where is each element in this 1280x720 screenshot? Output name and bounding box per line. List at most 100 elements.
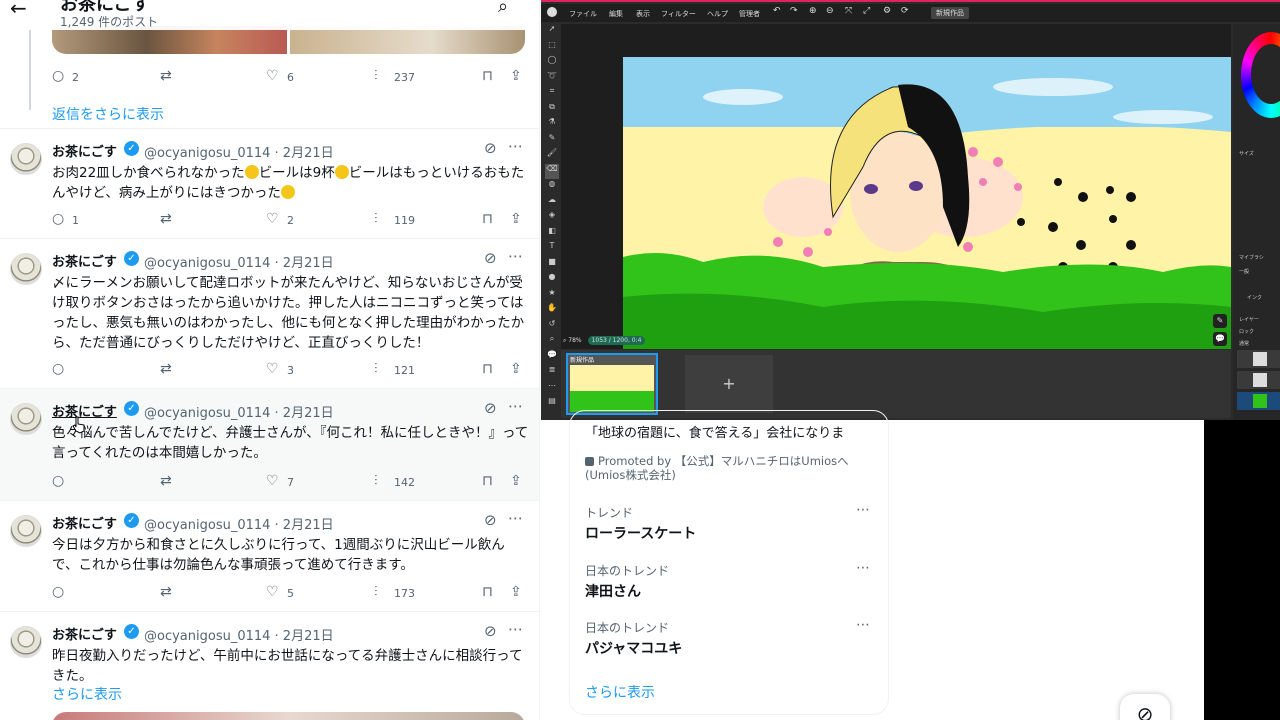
repost-icon[interactable]: ⇄ (160, 584, 172, 600)
more-options-icon[interactable]: ⋯ (856, 560, 870, 576)
transform-icon[interactable]: ⤧ (845, 6, 852, 16)
views-icon[interactable]: ⫶ (374, 584, 378, 600)
more-options-icon[interactable]: ⋯ (856, 502, 870, 518)
tweet[interactable]: お茶にごす ✓ @ocyanigosu_0114 · 2月21日 ⊘ ⋯ 色々悩… (0, 388, 539, 500)
avatar[interactable] (10, 403, 42, 435)
views-icon[interactable]: ⫶ (374, 68, 378, 84)
share-icon[interactable]: ⇪ (510, 68, 522, 84)
text-tool-icon[interactable]: T (545, 241, 559, 257)
bookmark-icon[interactable]: ⊓ (482, 211, 493, 227)
reply-icon[interactable]: ○ (52, 473, 64, 489)
tweet-author-name[interactable]: お茶にごす (52, 513, 117, 532)
share-icon[interactable]: ⇪ (510, 361, 522, 377)
grok-icon[interactable]: ⊘ (484, 249, 497, 267)
trend-item[interactable]: 日本のトレンド 津田さん ⋯ (585, 560, 875, 601)
more-options-icon[interactable]: ⋯ (508, 620, 523, 638)
like-icon[interactable]: ♡ (266, 584, 279, 600)
crop-tool-icon[interactable]: ⌗ (545, 86, 559, 102)
eyedropper-tool-icon[interactable]: ⚗ (545, 117, 559, 133)
redo-icon[interactable]: ↷ (790, 6, 798, 16)
tweet-author-name[interactable]: お茶にごす (52, 251, 117, 270)
show-more-link[interactable]: さらに表示 (52, 684, 122, 704)
add-document-button[interactable]: + (685, 355, 773, 413)
menu-filter[interactable]: フィルター (661, 9, 696, 19)
pointer-tool-icon[interactable]: ➚ (545, 24, 559, 40)
bookmark-icon[interactable]: ⊓ (482, 361, 493, 377)
blur-tool-icon[interactable]: ◍ (545, 179, 559, 195)
layer-item-selected[interactable] (1237, 392, 1280, 410)
like-icon[interactable]: ♡ (266, 211, 279, 227)
tweet-handle-date[interactable]: @ocyanigosu_0114 · 2月21日 (144, 625, 334, 644)
tweet[interactable]: お茶にごす ✓ @ocyanigosu_0114 · 2月21日 ⊘ ⋯ 昨日夜… (0, 611, 539, 720)
repost-icon[interactable]: ⇄ (160, 211, 172, 227)
zoom-out-icon[interactable]: ⊖ (826, 6, 834, 16)
more-options-icon[interactable]: ⋯ (856, 617, 870, 633)
more-options-icon[interactable]: ⋯ (508, 397, 523, 415)
transform-tool-icon[interactable]: ⧉ (545, 102, 559, 118)
menu-help[interactable]: ヘルプ (707, 9, 728, 19)
pen-mode-icon[interactable]: ✎ (1213, 314, 1227, 328)
repost-icon[interactable]: ⇄ (160, 473, 172, 489)
like-icon[interactable]: ♡ (266, 68, 279, 84)
drawing-canvas[interactable] (623, 57, 1231, 349)
avatar[interactable] (10, 626, 42, 658)
tweet[interactable]: お茶にごす ✓ @ocyanigosu_0114 · 2月21日 ⊘ ⋯ 今日は… (0, 500, 539, 611)
reply-icon[interactable]: ○ (52, 584, 64, 600)
rect-select-tool-icon[interactable]: ⬚ (545, 40, 559, 56)
like-icon[interactable]: ♡ (266, 361, 279, 377)
tweet-author-name[interactable]: お茶にごす (52, 624, 117, 643)
app-logo-icon[interactable] (547, 7, 557, 17)
more-options-icon[interactable]: ⋯ (508, 247, 523, 265)
menu-admin[interactable]: 管理者 (739, 9, 760, 19)
brush-name-label[interactable]: インク (1247, 294, 1262, 301)
brush-tool-icon[interactable]: 🖌 (545, 148, 559, 164)
star-shape-tool-icon[interactable]: ★ (545, 288, 559, 304)
promoted-trend-text[interactable]: 「地球の宿題に、食で答える」会社になりま (585, 422, 844, 441)
blend-mode-label[interactable]: 通常 (1239, 340, 1249, 347)
tweet-author-name[interactable]: お茶にごす (52, 141, 117, 160)
repost-icon[interactable]: ⇄ (160, 68, 172, 84)
grok-icon[interactable]: ⊘ (484, 139, 497, 157)
reply-icon[interactable]: ○ (52, 68, 64, 84)
more-tools-icon[interactable]: ⋯ (545, 381, 559, 397)
views-icon[interactable]: ⫶ (374, 211, 378, 227)
fit-icon[interactable]: ⤢ (863, 6, 870, 16)
comment-tool-icon[interactable]: 💬 (545, 350, 559, 366)
avatar[interactable] (10, 143, 42, 175)
ellipse-select-tool-icon[interactable]: ◯ (545, 55, 559, 71)
layer-item[interactable] (1237, 350, 1280, 368)
lasso-tool-icon[interactable]: ➰ (545, 71, 559, 87)
menu-file[interactable]: ファイル (569, 9, 597, 19)
tweet-media[interactable] (52, 712, 525, 720)
settings-icon[interactable]: ⚙ (883, 6, 891, 16)
more-options-icon[interactable]: ⋯ (508, 509, 523, 527)
media-image-1[interactable] (52, 26, 287, 54)
tweet[interactable]: お茶にごす ✓ @ocyanigosu_0114 · 2月21日 ⊘ ⋯ 〆にラ… (0, 238, 539, 388)
search-icon[interactable]: ⌕ (498, 0, 508, 17)
canvas-area[interactable]: ✎ 💬 (561, 24, 1231, 349)
gradient-tool-icon[interactable]: ◧ (545, 226, 559, 242)
pen-tool-icon[interactable]: ✎ (545, 133, 559, 149)
avatar[interactable] (10, 253, 42, 285)
promoted-by[interactable]: Promoted by 【公式】マルハニチロはUmiosへ (Umios株式会社… (585, 454, 875, 482)
layers-tool-icon[interactable]: ≣ (545, 365, 559, 381)
reply-icon[interactable]: ○ (52, 361, 64, 377)
document-tab[interactable]: 新規作品 (931, 7, 969, 19)
trend-item[interactable]: 日本のトレンド パジャマコユキ ⋯ (585, 617, 875, 658)
bookmark-icon[interactable]: ⊓ (482, 68, 493, 84)
show-more-trends-link[interactable]: さらに表示 (585, 682, 655, 702)
rotate-view-tool-icon[interactable]: ↺ (545, 319, 559, 335)
grok-icon[interactable]: ⊘ (484, 511, 497, 529)
share-icon[interactable]: ⇪ (510, 211, 522, 227)
show-more-replies-link[interactable]: 返信をさらに表示 (52, 104, 164, 124)
document-thumbnail[interactable]: 新規作品 (566, 353, 658, 415)
share-icon[interactable]: ⇪ (510, 584, 522, 600)
bookmark-icon[interactable]: ⊓ (482, 473, 493, 489)
layer-item[interactable] (1237, 371, 1280, 389)
chat-icon[interactable]: 💬 (1213, 332, 1227, 346)
arrow-left-icon[interactable]: ← (10, 0, 27, 20)
repost-icon[interactable]: ⇄ (160, 361, 172, 377)
like-icon[interactable]: ♡ (266, 473, 279, 489)
trend-item[interactable]: トレンド ローラースケート ⋯ (585, 502, 875, 543)
menu-view[interactable]: 表示 (636, 9, 650, 19)
